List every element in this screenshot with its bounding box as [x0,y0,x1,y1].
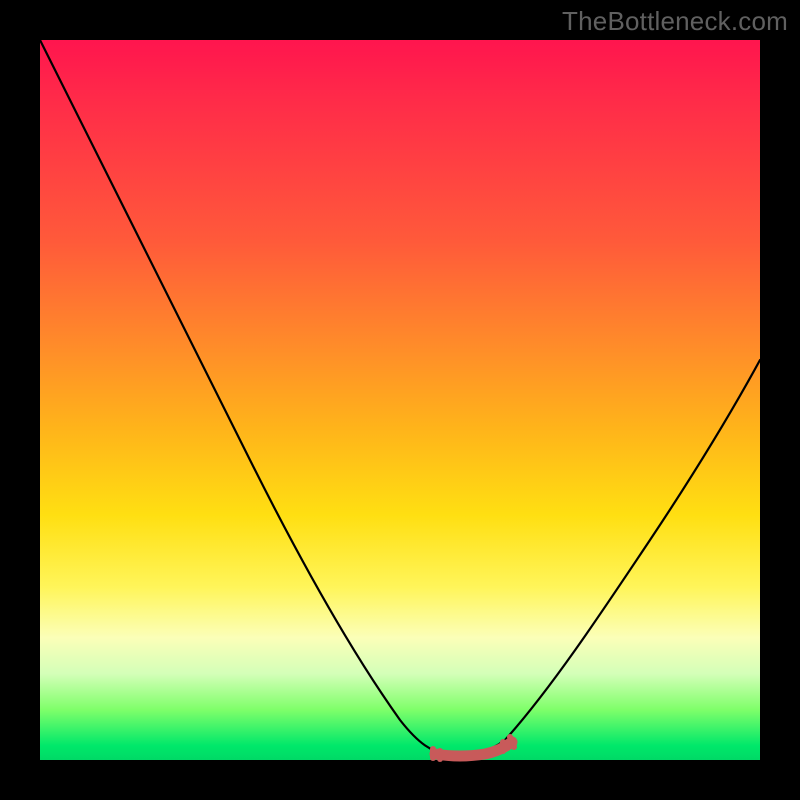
highlight-nub-right [510,737,514,747]
bottleneck-curve [40,40,760,755]
curve-overlay [40,40,760,760]
watermark-text: TheBottleneck.com [562,6,788,37]
chart-frame: TheBottleneck.com [0,0,800,800]
